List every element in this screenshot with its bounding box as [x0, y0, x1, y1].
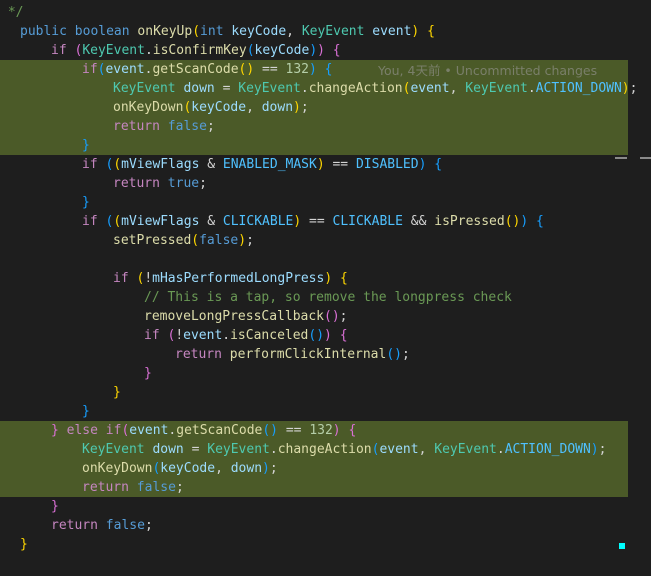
- code-line-10[interactable]: return true;: [113, 174, 651, 193]
- code-line-20[interactable]: }: [144, 364, 651, 383]
- code-line-29[interactable]: }: [20, 535, 651, 554]
- code-line-18[interactable]: if (!event.isCanceled()) {: [144, 326, 651, 345]
- code-line-24[interactable]: KeyEvent down = KeyEvent.changeAction(ev…: [82, 440, 651, 459]
- code-line-11[interactable]: }: [82, 193, 651, 212]
- code-line-15[interactable]: if (!mHasPerformedLongPress) {: [113, 269, 651, 288]
- git-blame-annotation: You, 4天前 • Uncommitted changes: [378, 63, 598, 78]
- code-line-25[interactable]: onKeyDown(keyCode, down);: [82, 459, 651, 478]
- code-line-28[interactable]: return false;: [51, 516, 651, 535]
- code-line-19[interactable]: return performClickInternal();: [175, 345, 651, 364]
- code-line-8[interactable]: }: [82, 136, 651, 155]
- code-line-3[interactable]: if (KeyEvent.isConfirmKey(keyCode)) {: [51, 41, 651, 60]
- code-line-27[interactable]: }: [51, 497, 651, 516]
- code-line-21[interactable]: }: [113, 383, 651, 402]
- code-line-9[interactable]: if ((mViewFlags & ENABLED_MASK) == DISAB…: [82, 155, 651, 174]
- code-line-23[interactable]: } else if(event.getScanCode() == 132) {: [51, 421, 651, 440]
- code-line-5[interactable]: KeyEvent down = KeyEvent.changeAction(ev…: [113, 79, 651, 98]
- code-line-12[interactable]: if ((mViewFlags & CLICKABLE) == CLICKABL…: [82, 212, 651, 231]
- code-line-13[interactable]: setPressed(false);: [113, 231, 651, 250]
- comment-token: */: [0, 5, 24, 20]
- code-line-7[interactable]: return false;: [113, 117, 651, 136]
- code-line-22[interactable]: }: [82, 402, 651, 421]
- code-line-6[interactable]: onKeyDown(keyCode, down);: [113, 98, 651, 117]
- code-line-26[interactable]: return false;: [82, 478, 651, 497]
- code-line-16[interactable]: // This is a tap, so remove the longpres…: [144, 288, 651, 307]
- code-line-1[interactable]: */: [0, 3, 651, 22]
- minimap-indicator: [615, 157, 627, 159]
- minimap-indicator: [640, 157, 651, 159]
- code-editor[interactable]: */ public boolean onKeyUp(int keyCode, K…: [0, 0, 651, 576]
- text-cursor-marker: [619, 543, 625, 549]
- code-line-17[interactable]: removeLongPressCallback();: [144, 307, 651, 326]
- code-line-2[interactable]: public boolean onKeyUp(int keyCode, KeyE…: [20, 22, 651, 41]
